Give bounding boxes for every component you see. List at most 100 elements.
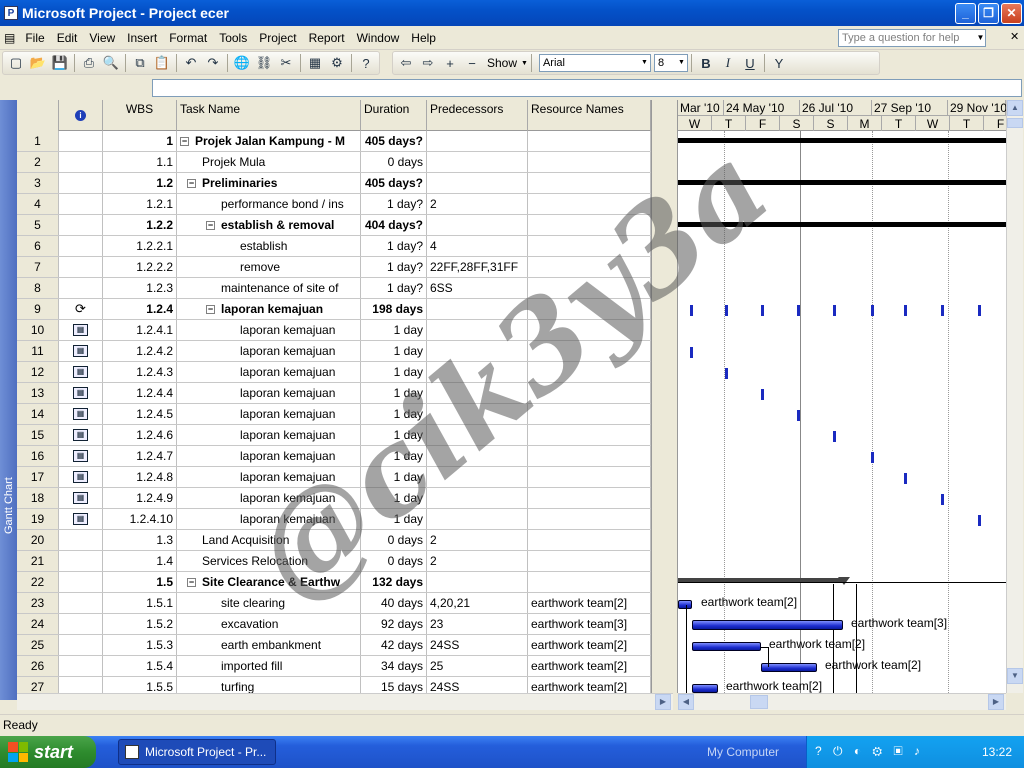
row-id[interactable]: 6 xyxy=(17,236,59,256)
task-name-cell[interactable]: Land Acquisition xyxy=(177,530,361,550)
table-row[interactable]: 27 1.5.5 turfing 15 days 24SS earthwork team[… xyxy=(17,677,651,693)
scroll-down-icon[interactable]: ▼ xyxy=(1007,668,1023,684)
table-row[interactable]: 6 1.2.2.1 establish 1 day? 4 xyxy=(17,236,651,257)
resource-names-cell[interactable] xyxy=(528,530,651,550)
predecessors-cell[interactable] xyxy=(427,509,528,529)
row-id[interactable]: 16 xyxy=(17,446,59,466)
table-row[interactable]: 25 1.5.3 earth embankment 42 days 24SS earthw… xyxy=(17,635,651,656)
indent-icon[interactable]: ⇨ xyxy=(417,52,439,74)
predecessors-cell[interactable] xyxy=(427,152,528,172)
restore-button[interactable]: ❐ xyxy=(978,2,999,24)
my-computer-toolbar[interactable]: My Computer xyxy=(707,745,779,759)
collapse-toggle-icon[interactable]: − xyxy=(187,578,196,588)
recurring-task-marker[interactable] xyxy=(871,305,874,316)
duration-cell[interactable]: 0 days xyxy=(361,152,427,172)
duration-cell[interactable]: 1 day xyxy=(361,341,427,361)
open-icon[interactable]: 📂 xyxy=(27,52,49,74)
scroll-left-icon[interactable]: ◀ xyxy=(678,694,694,710)
new-icon[interactable]: ▢ xyxy=(5,52,27,74)
menu-format[interactable]: Format xyxy=(163,31,213,45)
wbs-cell[interactable]: 1.2 xyxy=(103,173,177,193)
duration-cell[interactable]: 1 day xyxy=(361,383,427,403)
wbs-cell[interactable]: 1 xyxy=(103,131,177,151)
task-name-cell[interactable]: laporan kemajuan xyxy=(177,383,361,403)
entry-field[interactable] xyxy=(152,79,1022,97)
wbs-cell[interactable]: 1.2.2 xyxy=(103,215,177,235)
table-row[interactable]: 21 1.4 Services Relocation 0 days 2 xyxy=(17,551,651,572)
row-id[interactable]: 11 xyxy=(17,341,59,361)
predecessors-cell[interactable]: 4 xyxy=(427,236,528,256)
wbs-column-header[interactable]: WBS xyxy=(103,100,177,131)
recurring-task-marker[interactable] xyxy=(941,305,944,316)
resource-names-cell[interactable] xyxy=(528,383,651,403)
wbs-cell[interactable]: 1.2.4.2 xyxy=(103,341,177,361)
predecessors-cell[interactable] xyxy=(427,572,528,592)
resource-names-cell[interactable] xyxy=(528,509,651,529)
task-name-cell[interactable]: performance bond / ins xyxy=(177,194,361,214)
link-tasks-icon[interactable]: ⛓ xyxy=(253,52,275,74)
table-row[interactable]: 24 1.5.2 excavation 92 days 23 earthwork team… xyxy=(17,614,651,635)
print-icon[interactable]: ⎙ xyxy=(78,52,100,74)
row-id[interactable]: 5 xyxy=(17,215,59,235)
resource-names-cell[interactable] xyxy=(528,257,651,277)
bold-icon[interactable]: B xyxy=(695,52,717,74)
predecessors-cell[interactable]: 2 xyxy=(427,194,528,214)
duration-cell[interactable]: 0 days xyxy=(361,530,427,550)
hyperlink-icon[interactable]: 🌐 xyxy=(231,52,253,74)
wbs-cell[interactable]: 1.2.4.7 xyxy=(103,446,177,466)
copy-icon[interactable]: ⧉ xyxy=(129,52,151,74)
predecessors-cell[interactable] xyxy=(427,299,528,319)
task-name-column-header[interactable]: Task Name xyxy=(177,100,361,131)
recurring-task-marker[interactable] xyxy=(690,305,693,316)
gantt-body[interactable]: earthwork team[2] earthwork team[3] eart… xyxy=(678,131,1006,693)
task-bar[interactable] xyxy=(690,347,693,358)
table-row[interactable]: 22 1.5− Site Clearance & Earthw 132 days xyxy=(17,572,651,593)
scroll-thumb[interactable] xyxy=(1007,118,1023,128)
task-bar[interactable] xyxy=(904,473,907,484)
resource-names-cell[interactable] xyxy=(528,215,651,235)
task-name-cell[interactable]: establish xyxy=(177,236,361,256)
table-row[interactable]: 17 ▦ 1.2.4.8 laporan kemajuan 1 day xyxy=(17,467,651,488)
row-id[interactable]: 15 xyxy=(17,425,59,445)
wbs-cell[interactable]: 1.1 xyxy=(103,152,177,172)
task-name-cell[interactable]: imported fill xyxy=(177,656,361,676)
collapse-toggle-icon[interactable]: − xyxy=(187,179,196,189)
row-id[interactable]: 17 xyxy=(17,467,59,487)
task-name-cell[interactable]: laporan kemajuan xyxy=(177,320,361,340)
recurring-task-marker[interactable] xyxy=(904,305,907,316)
summary-bar[interactable] xyxy=(678,222,1006,227)
duration-cell[interactable]: 1 day xyxy=(361,509,427,529)
task-name-cell[interactable]: maintenance of site of xyxy=(177,278,361,298)
task-info-icon[interactable]: ▦ xyxy=(304,52,326,74)
duration-column-header[interactable]: Duration xyxy=(361,100,427,131)
row-id[interactable]: 1 xyxy=(17,131,59,151)
wbs-cell[interactable]: 1.2.4.8 xyxy=(103,467,177,487)
timescale[interactable]: Mar '10 24 May '10 26 Jul '10 27 Sep '10… xyxy=(678,100,1006,131)
predecessors-cell[interactable] xyxy=(427,383,528,403)
predecessors-cell[interactable]: 22FF,28FF,31FF xyxy=(427,257,528,277)
minimize-button[interactable]: _ xyxy=(955,2,976,24)
row-id[interactable]: 7 xyxy=(17,257,59,277)
table-row[interactable]: 10 ▦ 1.2.4.1 laporan kemajuan 1 day xyxy=(17,320,651,341)
scroll-right-icon[interactable]: ▶ xyxy=(655,694,671,710)
table-row[interactable]: 3 1.2− Preliminaries 405 days? xyxy=(17,173,651,194)
document-close-icon[interactable]: ✕ xyxy=(1010,30,1019,43)
task-name-cell[interactable]: Services Relocation xyxy=(177,551,361,571)
table-row[interactable]: 12 ▦ 1.2.4.3 laporan kemajuan 1 day xyxy=(17,362,651,383)
duration-cell[interactable]: 1 day? xyxy=(361,257,427,277)
task-name-cell[interactable]: laporan kemajuan xyxy=(177,341,361,361)
resource-names-cell[interactable] xyxy=(528,341,651,361)
document-icon[interactable]: ▤ xyxy=(0,31,19,45)
row-id[interactable]: 22 xyxy=(17,572,59,592)
wbs-cell[interactable]: 1.2.4.1 xyxy=(103,320,177,340)
table-row[interactable]: 11 ▦ 1.2.4.2 laporan kemajuan 1 day xyxy=(17,341,651,362)
predecessors-cell[interactable] xyxy=(427,425,528,445)
duration-cell[interactable]: 132 days xyxy=(361,572,427,592)
wbs-cell[interactable]: 1.4 xyxy=(103,551,177,571)
collapse-toggle-icon[interactable]: − xyxy=(206,305,215,315)
row-id[interactable]: 10 xyxy=(17,320,59,340)
recurring-task-marker[interactable] xyxy=(833,305,836,316)
tray-icons[interactable]: ? ⏻ ◐ ⚙ ▣ ♪ xyxy=(815,744,924,759)
row-id[interactable]: 13 xyxy=(17,383,59,403)
task-name-cell[interactable]: remove xyxy=(177,257,361,277)
